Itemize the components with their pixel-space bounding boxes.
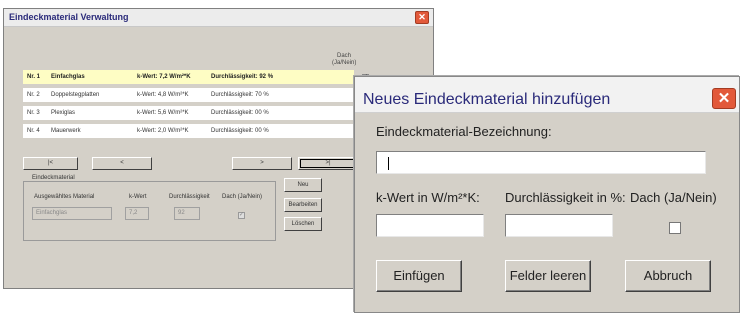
- edit-button[interactable]: Bearbeiten: [284, 198, 322, 212]
- add-material-dialog: Neues Eindeckmaterial hinzufügen ✕ Einde…: [354, 76, 740, 313]
- material-name-input[interactable]: [376, 151, 706, 174]
- transmission-label: Durchlässigkeit in %:: [505, 190, 626, 205]
- last-record-button[interactable]: >|: [298, 157, 358, 170]
- title-bar: Eindeckmaterial Verwaltung ✕: [4, 9, 433, 27]
- row-transmission: Durchlässigkeit: 70 %: [211, 92, 269, 98]
- cancel-button[interactable]: Abbruch: [625, 260, 711, 292]
- dach-label: Dach (Ja/Nein): [630, 190, 717, 205]
- row-number: Nr. 2: [27, 92, 40, 98]
- material-name-label: Eindeckmaterial-Bezeichnung:: [376, 124, 552, 139]
- window-title: Eindeckmaterial Verwaltung: [9, 12, 129, 22]
- new-button[interactable]: Neu: [284, 178, 322, 192]
- transmission-field: 92: [174, 207, 200, 220]
- dialog-title-bar: Neues Eindeckmaterial hinzufügen ✕: [355, 77, 739, 113]
- material-row-3[interactable]: Nr. 3 Plexiglas k-Wert: 5,6 W/m²*K Durch…: [23, 106, 369, 120]
- row-k-value: k-Wert: 4,8 W/m²*K: [137, 92, 189, 98]
- dach-checkbox-readonly: ✓: [238, 212, 245, 219]
- material-row-2[interactable]: Nr. 2 Doppelstegplatten k-Wert: 4,8 W/m²…: [23, 88, 369, 102]
- close-icon[interactable]: ✕: [712, 88, 736, 109]
- text-cursor: [388, 157, 389, 171]
- first-record-button[interactable]: |<: [23, 157, 78, 170]
- row-material-name: Einfachglas: [51, 74, 85, 80]
- row-number: Nr. 1: [27, 74, 41, 80]
- row-k-value: k-Wert: 7,2 W/m²*K: [137, 74, 191, 80]
- row-material-name: Mauerwerk: [51, 128, 81, 134]
- row-transmission: Durchlässigkeit: 00 %: [211, 110, 269, 116]
- k-value-label: k-Wert: [129, 194, 147, 200]
- insert-button[interactable]: Einfügen: [376, 260, 462, 292]
- dach-label: Dach (Ja/Nein): [222, 194, 263, 200]
- transmission-label: Durchlässigkeit: [169, 194, 210, 200]
- frame-legend: Eindeckmaterial: [30, 175, 77, 181]
- selected-material-label: Ausgewähltes Material: [34, 194, 95, 200]
- close-icon[interactable]: ✕: [415, 11, 429, 24]
- k-value-field: 7,2: [125, 207, 149, 220]
- row-k-value: k-Wert: 5,6 W/m²*K: [137, 110, 189, 116]
- next-record-button[interactable]: >: [232, 157, 292, 170]
- row-number: Nr. 4: [27, 128, 40, 134]
- row-transmission: Durchlässigkeit: 92 %: [211, 74, 274, 80]
- row-number: Nr. 3: [27, 110, 40, 116]
- selected-material-field: Einfachglas: [32, 207, 112, 220]
- row-material-name: Plexiglas: [51, 110, 76, 116]
- delete-button[interactable]: Löschen: [284, 217, 322, 231]
- previous-record-button[interactable]: <: [92, 157, 152, 170]
- material-row-1[interactable]: Nr. 1 Einfachglas k-Wert: 7,2 W/m²*K Dur…: [23, 70, 369, 84]
- row-k-value: k-Wert: 2,0 W/m²*K: [137, 128, 189, 134]
- clear-fields-button[interactable]: Felder leeren: [505, 260, 591, 292]
- dach-column-header: Dach (Ja/Nein): [332, 53, 357, 66]
- row-transmission: Durchlässigkeit: 00 %: [211, 128, 269, 134]
- material-row-4[interactable]: Nr. 4 Mauerwerk k-Wert: 2,0 W/m²*K Durch…: [23, 124, 369, 138]
- row-material-name: Doppelstegplatten: [51, 92, 100, 98]
- transmission-input[interactable]: [505, 214, 613, 237]
- dialog-title: Neues Eindeckmaterial hinzufügen: [363, 91, 611, 108]
- dach-checkbox[interactable]: [669, 222, 681, 234]
- k-value-input[interactable]: [376, 214, 484, 237]
- k-value-label: k-Wert in W/m²*K:: [376, 190, 480, 205]
